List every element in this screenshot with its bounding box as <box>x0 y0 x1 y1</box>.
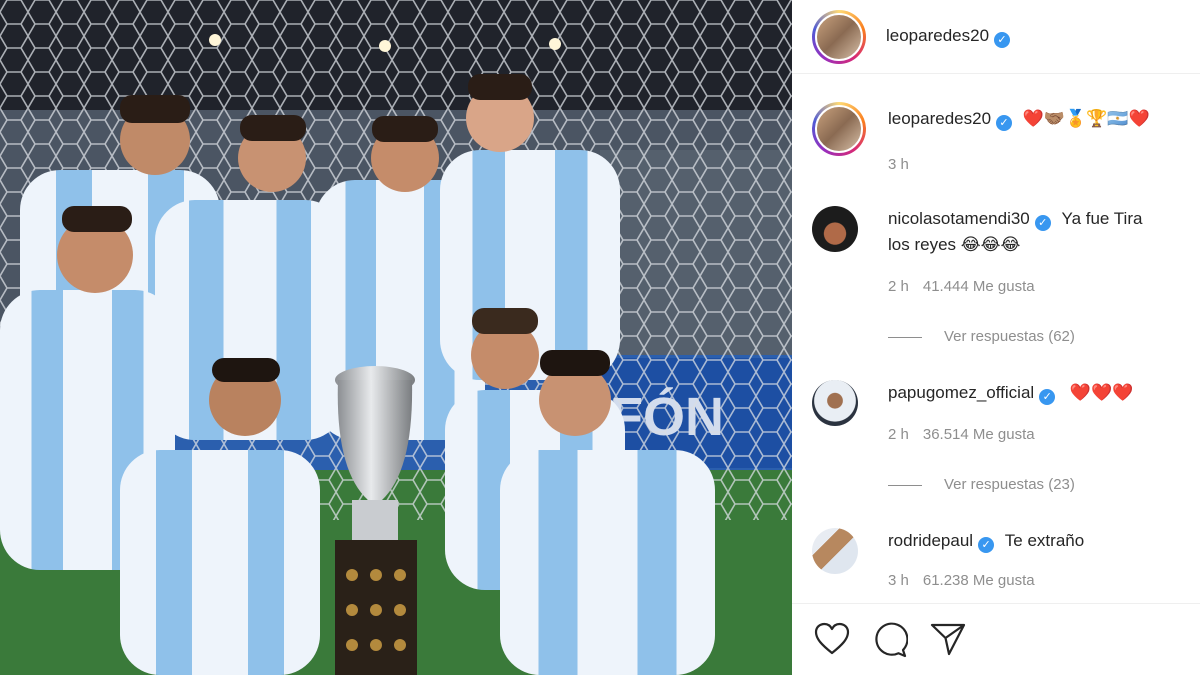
caption-meta: 3 h <box>888 156 909 173</box>
caption-emojis: ❤️🤝🏽🏅🏆🇦🇷❤️ <box>1022 109 1150 128</box>
verified-badge-icon: ✓ <box>1039 389 1056 405</box>
comment-item: nicolasotamendi30 ✓ Ya fue Tira los reyes… <box>812 206 1190 346</box>
comment-time[interactable]: 2 h <box>888 426 909 443</box>
comment-likes[interactable]: 41.444 Me gusta <box>923 278 1035 295</box>
comment-item: papugomez_official ✓ ❤️❤️❤️ 2 h 36.514 Me … <box>812 380 1190 520</box>
comment-likes[interactable]: 36.514 Me gusta <box>923 426 1035 443</box>
view-replies-button[interactable]: Ver respuestas (62) <box>888 328 1075 345</box>
comment-item: rodridepaul ✓ Te extraño 3 h 61.238 Me gus… <box>812 528 1190 598</box>
commenter-avatar[interactable] <box>812 206 858 252</box>
replies-divider <box>888 484 922 486</box>
commenter-avatar[interactable] <box>812 528 858 574</box>
verified-badge-icon: ✓ <box>1034 215 1051 231</box>
caption-avatar[interactable] <box>812 102 866 156</box>
comment-time[interactable]: 3 h <box>888 572 909 589</box>
caption-text: leoparedes20 ✓ ❤️🤝🏽🏅🏆🇦🇷❤️ <box>888 106 1190 132</box>
verified-badge-icon: ✓ <box>994 31 1011 48</box>
view-replies-button[interactable]: Ver respuestas (23) <box>888 476 1075 493</box>
comment-username[interactable]: papugomez_official <box>888 383 1034 402</box>
caption-time[interactable]: 3 h <box>888 156 909 173</box>
commenter-avatar[interactable] <box>812 380 858 426</box>
photo-illustration: FÓN <box>0 0 792 675</box>
verified-badge-icon: ✓ <box>996 115 1013 131</box>
comment-likes[interactable]: 61.238 Me gusta <box>923 572 1035 589</box>
author-username[interactable]: leoparedes20 ✓ <box>886 26 1011 48</box>
comment-meta: 3 h 61.238 Me gusta <box>888 572 1035 589</box>
comment-text: papugomez_official ✓ ❤️❤️❤️ <box>888 383 1134 405</box>
post-actions <box>792 603 1200 675</box>
caption-username[interactable]: leoparedes20 <box>888 109 991 128</box>
post-sidebar: leoparedes20 ✓ leoparedes20 ✓ ❤️🤝🏽🏅🏆🇦🇷❤️ 3… <box>792 0 1200 675</box>
share-icon[interactable] <box>930 622 966 661</box>
author-avatar[interactable] <box>812 9 866 64</box>
comment-text: rodridepaul ✓ Te extraño <box>888 531 1085 553</box>
caption: leoparedes20 ✓ ❤️🤝🏽🏅🏆🇦🇷❤️ 3 h <box>812 102 1190 212</box>
comment-text: nicolasotamendi30 ✓ Ya fue Tira los reyes… <box>888 209 1143 254</box>
comment-meta: 2 h 36.514 Me gusta <box>888 426 1035 443</box>
comment-icon[interactable] <box>872 622 909 663</box>
replies-divider <box>888 336 922 338</box>
heart-icon[interactable] <box>814 622 850 661</box>
comment-username[interactable]: rodridepaul <box>888 531 973 550</box>
comment-meta: 2 h 41.444 Me gusta <box>888 278 1035 295</box>
verified-badge-icon: ✓ <box>978 537 995 553</box>
post-header: leoparedes20 ✓ <box>792 0 1200 74</box>
comment-username[interactable]: nicolasotamendi30 <box>888 209 1030 228</box>
post-photo: FÓN <box>0 0 792 675</box>
comment-time[interactable]: 2 h <box>888 278 909 295</box>
